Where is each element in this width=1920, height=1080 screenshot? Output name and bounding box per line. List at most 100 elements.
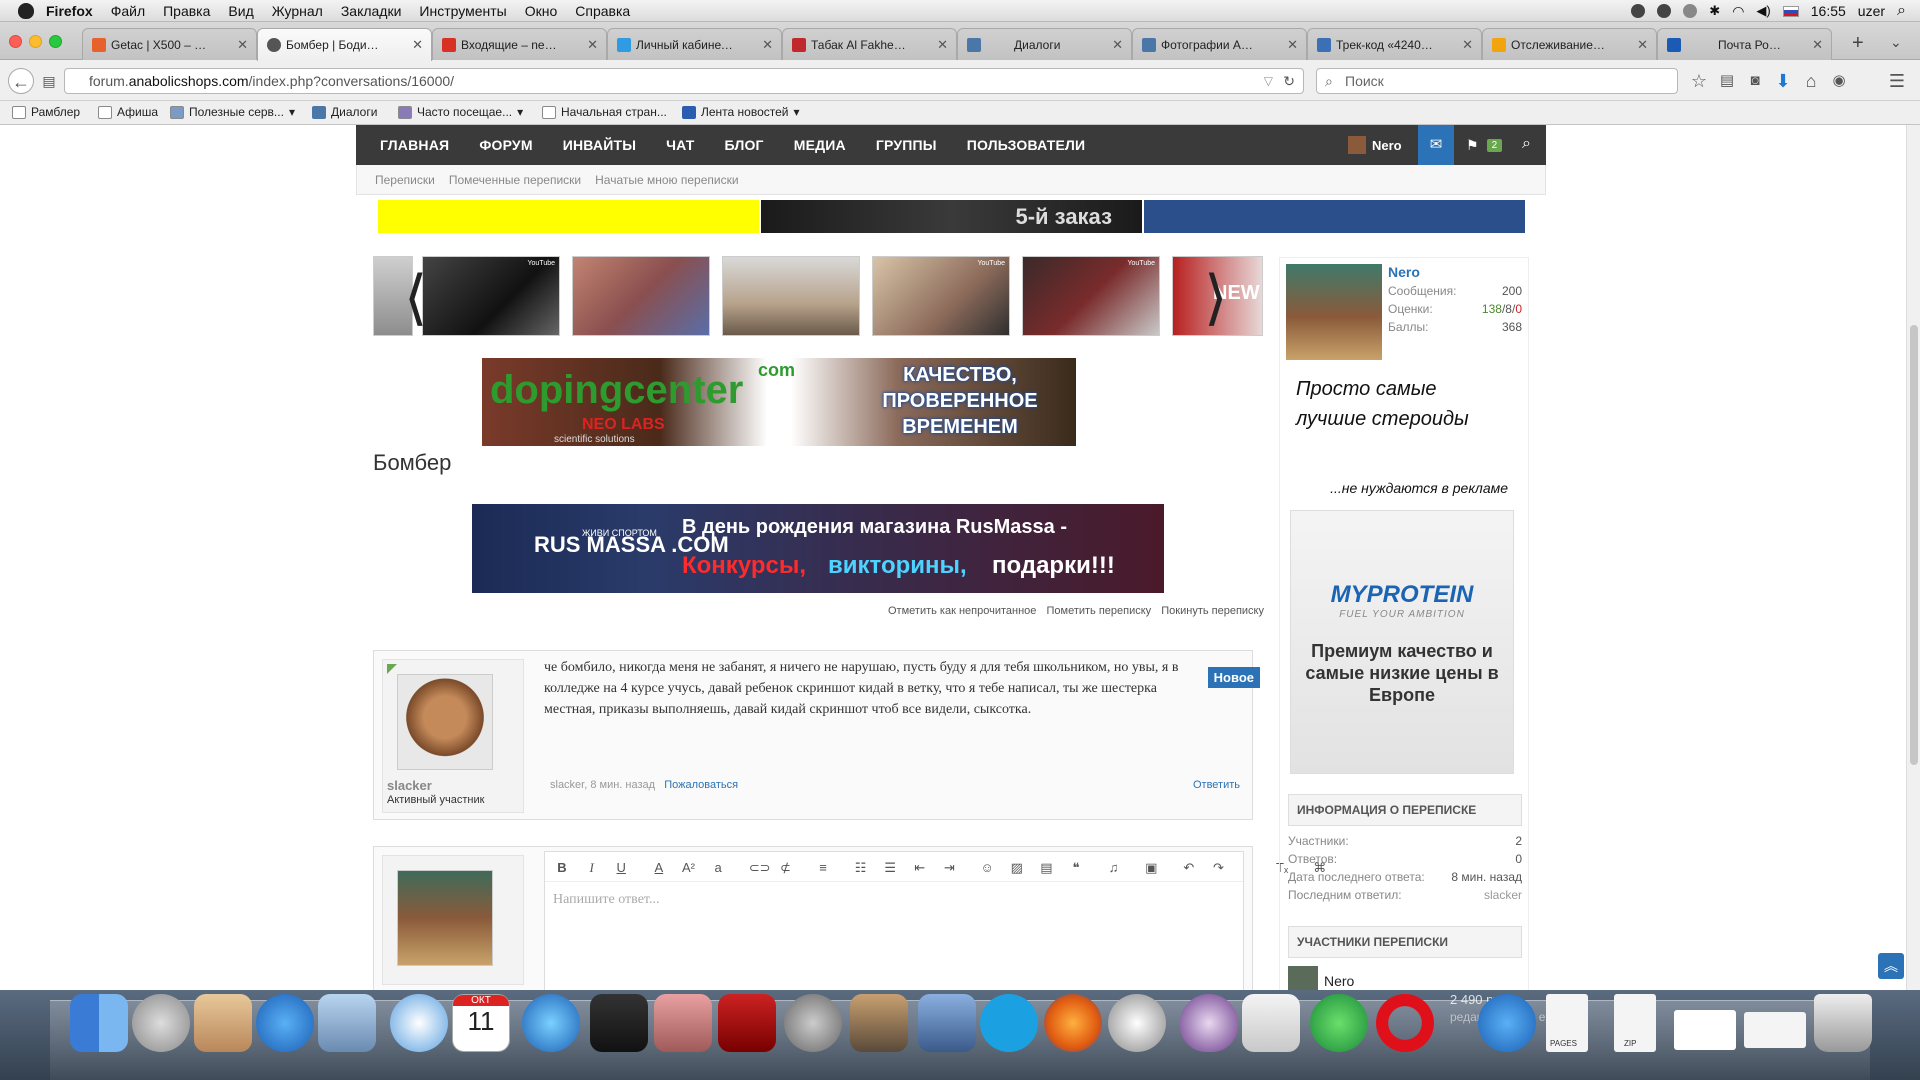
minimize-window-button[interactable]	[29, 35, 42, 48]
photo-booth-icon[interactable]	[718, 994, 776, 1052]
tab-pochta[interactable]: Почта России✕	[1657, 28, 1832, 60]
nav-blog[interactable]: БЛОГ	[725, 137, 764, 153]
nav-chat[interactable]: ЧАТ	[666, 137, 694, 153]
app-store-icon[interactable]	[256, 994, 314, 1052]
bold-icon[interactable]: B	[555, 861, 569, 875]
report-link[interactable]: Пожаловаться	[664, 779, 738, 791]
hamburger-menu-icon[interactable]: ☰	[1884, 68, 1910, 94]
time-machine-icon[interactable]	[1683, 4, 1698, 18]
chat-icon[interactable]: ◉	[1826, 68, 1852, 94]
tab-close-icon[interactable]: ✕	[937, 37, 948, 53]
back-button[interactable]: ←	[8, 68, 34, 94]
textedit-icon[interactable]	[1242, 994, 1300, 1052]
bookmark-folder-useful[interactable]: Полезные серв... ▾	[170, 105, 295, 119]
mail-icon[interactable]	[318, 994, 376, 1052]
tab-close-icon[interactable]: ✕	[1287, 37, 1298, 53]
font-family-icon[interactable]: a	[711, 861, 725, 875]
dopingcenter-banner[interactable]: dopingcenter com NEO LABS scientific sol…	[482, 358, 1076, 446]
menu-history[interactable]: Журнал	[272, 3, 323, 19]
url-dropdown-icon[interactable]: ▽	[1264, 69, 1273, 93]
avatar[interactable]	[1286, 264, 1382, 360]
user-name[interactable]: uzer	[1858, 3, 1885, 19]
outdent-icon[interactable]: ⇤	[913, 861, 927, 875]
page-info-icon[interactable]: ▤	[36, 68, 62, 94]
status-icon-1[interactable]	[1631, 4, 1646, 18]
pocket-icon[interactable]: ◙	[1742, 68, 1768, 94]
tab-close-icon[interactable]: ✕	[762, 37, 773, 53]
leave-conversation-link[interactable]: Покинуть переписку	[1161, 605, 1264, 617]
tab-close-icon[interactable]: ✕	[1637, 37, 1648, 53]
nav-users[interactable]: ПОЛЬЗОВАТЕЛИ	[967, 137, 1086, 153]
video-thumbnail[interactable]	[572, 256, 710, 336]
rusmassa-banner[interactable]: RUS MASSA .COM ЖИВИ СПОРТОМ В день рожде…	[472, 504, 1164, 593]
bookmarks-menu-icon[interactable]: ▤	[1714, 68, 1740, 94]
bookmark-folder-frequent[interactable]: Часто посещае... ▾	[398, 105, 523, 119]
nav-media[interactable]: МЕДИА	[794, 137, 846, 153]
indent-icon[interactable]: ⇥	[943, 861, 957, 875]
bookmark-news-feed[interactable]: Лента новостей ▾	[682, 105, 800, 119]
italic-icon[interactable]: I	[585, 861, 599, 875]
nav-groups[interactable]: ГРУППЫ	[876, 137, 937, 153]
redo-icon[interactable]: ↷	[1212, 861, 1226, 875]
quote-icon[interactable]: ❝	[1069, 861, 1083, 875]
pages-document-icon[interactable]: PAGES	[1546, 994, 1588, 1052]
sidebar-ad-steroids[interactable]: Просто самые лучшие стероиды ...не нуждаю…	[1290, 370, 1514, 498]
font-size-icon[interactable]: A²	[682, 861, 696, 875]
opera-icon[interactable]	[1376, 994, 1434, 1052]
tab-close-icon[interactable]: ✕	[237, 37, 248, 53]
subnav-conversations[interactable]: Переписки	[375, 173, 435, 187]
tab-bomber[interactable]: Бомбер | Бодибилд...✕	[257, 28, 432, 61]
subnav-starred[interactable]: Помеченные переписки	[449, 173, 581, 187]
menu-edit[interactable]: Правка	[163, 3, 210, 19]
avatar[interactable]	[397, 870, 493, 966]
iphoto-icon[interactable]	[654, 994, 712, 1052]
firefox-icon[interactable]	[1044, 994, 1102, 1052]
scroll-to-top-icon[interactable]: ︽	[1878, 953, 1904, 979]
wifi-icon[interactable]: ◠	[1732, 3, 1744, 20]
carousel-next-icon[interactable]: ⟩	[1204, 263, 1227, 333]
page-scrollbar[interactable]	[1906, 125, 1920, 990]
input-source-flag-icon[interactable]	[1782, 5, 1799, 17]
menu-tools[interactable]: Инструменты	[419, 3, 506, 19]
system-preferences-icon[interactable]	[784, 994, 842, 1052]
video-thumbnail[interactable]: YouTube	[422, 256, 560, 336]
post-author-name[interactable]: slacker	[387, 778, 432, 793]
bookmark-star-icon[interactable]: ☆	[1686, 68, 1712, 94]
finder-icon[interactable]	[70, 994, 128, 1052]
link-icon[interactable]: ⊂⊃	[749, 861, 771, 875]
bookmark-start-page[interactable]: Начальная стран...	[542, 105, 667, 119]
last-reply-user-link[interactable]: slacker	[1484, 888, 1522, 906]
clock[interactable]: 16:55	[1811, 3, 1846, 19]
image-capture-icon[interactable]	[850, 994, 908, 1052]
numbered-list-icon[interactable]: ☰	[883, 861, 897, 875]
top-banner-order[interactable]: 5-й заказ	[761, 200, 1142, 233]
menu-file[interactable]: Файл	[111, 3, 145, 19]
inbox-envelope-icon[interactable]: ✉	[1418, 125, 1454, 165]
tab-list-chevron-icon[interactable]: ⌄	[1890, 34, 1902, 51]
contacts-icon[interactable]	[194, 994, 252, 1052]
trash-icon[interactable]	[1814, 994, 1872, 1052]
nav-forum[interactable]: ФОРУМ	[479, 137, 532, 153]
tab-photos[interactable]: Фотографии Adida...✕	[1132, 28, 1307, 60]
sidebar-user-name[interactable]: Nero	[1388, 264, 1420, 280]
avatar[interactable]	[397, 674, 493, 770]
apple-icon[interactable]	[18, 2, 34, 19]
safari-icon[interactable]	[390, 994, 448, 1052]
unlink-icon[interactable]: ⊄	[778, 861, 792, 875]
bluetooth-icon[interactable]: ✱	[1709, 3, 1720, 19]
new-tab-button[interactable]: +	[1852, 32, 1864, 55]
top-banner-blue[interactable]	[1144, 200, 1525, 233]
nav-home[interactable]: ГЛАВНАЯ	[380, 137, 449, 153]
nav-user-menu[interactable]: Nero	[1348, 125, 1402, 165]
spotlight-search-icon[interactable]: ⌕	[1897, 2, 1906, 20]
video-thumbnail[interactable]	[722, 256, 860, 336]
video-thumbnail[interactable]: YouTube	[1022, 256, 1160, 336]
sidebar-ad-myprotein[interactable]: MYPROTEIN FUEL YOUR AMBITION Премиум кач…	[1290, 510, 1514, 774]
participant-item[interactable]: Nero	[1288, 966, 1522, 990]
tor-browser-icon[interactable]	[1180, 994, 1238, 1052]
mark-unread-link[interactable]: Отметить как непрочитанное	[888, 605, 1036, 617]
image-icon[interactable]: ▨	[1010, 861, 1024, 875]
app-store-download-icon[interactable]	[1478, 994, 1536, 1052]
underline-icon[interactable]: U	[614, 861, 628, 875]
reply-textarea[interactable]: Напишите ответ...	[545, 882, 1243, 918]
